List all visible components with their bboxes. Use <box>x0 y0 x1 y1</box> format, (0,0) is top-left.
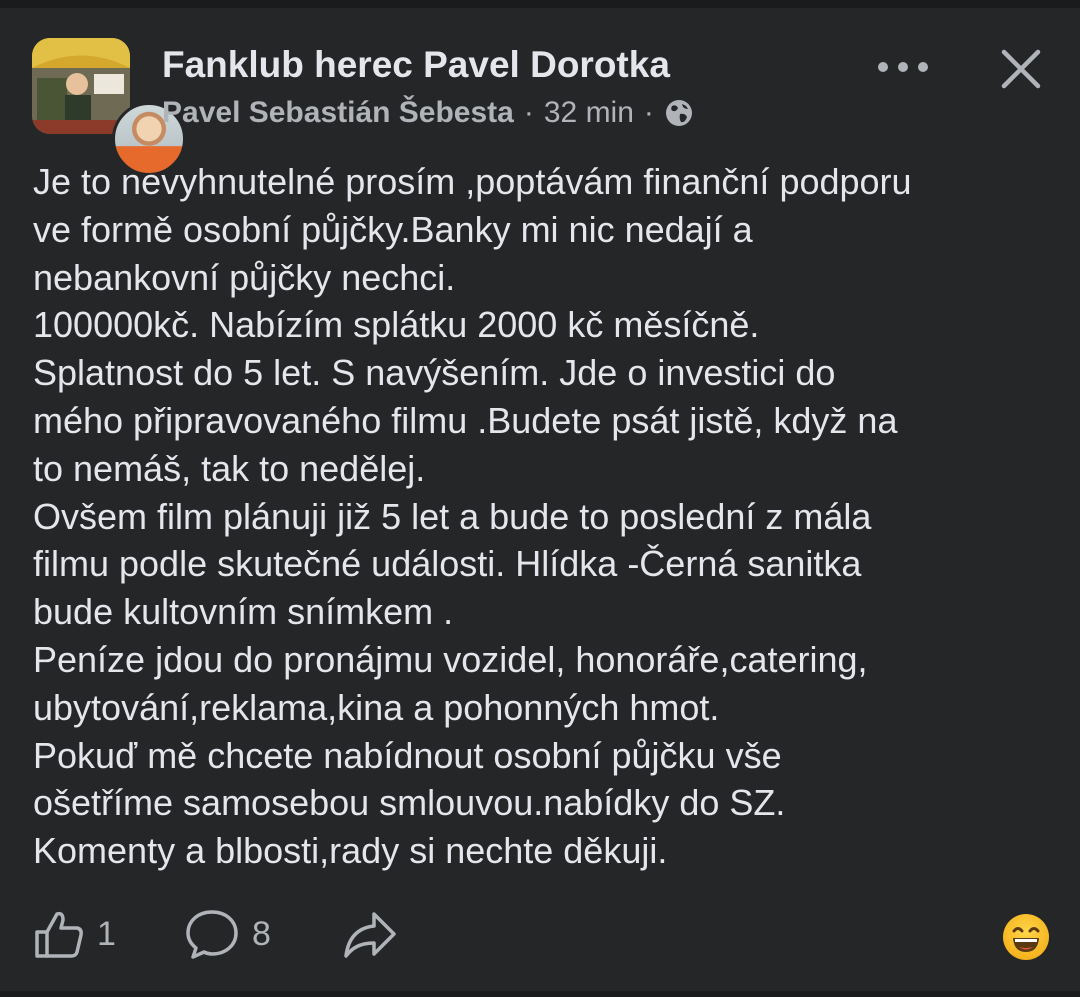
post-line: to nemáš, tak to nedělej. <box>33 447 426 489</box>
post-line: Pokuď mě chcete nabídnout osobní půjčku … <box>33 734 782 776</box>
post-line: Ovšem film plánuji již 5 let a bude to p… <box>33 495 872 537</box>
comment-count: 8 <box>252 914 271 953</box>
top-edge <box>0 0 1080 8</box>
share-button[interactable] <box>342 908 398 960</box>
meta-separator: · <box>523 96 534 129</box>
post-line: Komenty a blbosti,rady si nechte děkuji. <box>33 830 668 872</box>
laughing-emoji-icon[interactable] <box>1003 914 1049 960</box>
post-line: bude kultovním snímkem . <box>33 591 454 633</box>
like-count: 1 <box>97 914 116 953</box>
post-line: Splatnost do 5 let. S navýšením. Jde o i… <box>33 352 836 394</box>
post-line: ubytování,reklama,kina a pohonných hmot. <box>33 686 720 728</box>
group-name-link[interactable]: Fanklub herec Pavel Dorotka <box>162 44 670 86</box>
post-avatars[interactable] <box>32 38 186 176</box>
meta-separator-2: · <box>643 96 654 129</box>
post-line: Peníze jdou do pronájmu vozidel, honorář… <box>33 638 868 680</box>
post-line: filmu podle skutečné události. Hlídka -Č… <box>33 543 862 585</box>
post-line: ve formě osobní půjčky.Banky mi nic neda… <box>33 208 753 250</box>
comment-button[interactable]: 8 <box>184 908 271 960</box>
more-horizontal-icon[interactable] <box>878 52 928 82</box>
share-arrow-icon <box>344 912 396 958</box>
post-line: ošetříme samosebou smlouvou.nabídky do S… <box>33 782 786 824</box>
post-line: nebankovní půjčky nechci. <box>33 256 456 298</box>
post-line: Je to nevyhnutelné prosím ,poptávám fina… <box>33 161 912 202</box>
post-line: mého připravovaného filmu .Budete psát j… <box>33 399 898 441</box>
thumbs-up-icon <box>35 911 83 958</box>
post-actions: 1 8 <box>0 900 1080 972</box>
author-name-link[interactable]: Pavel Sebastián Šebesta <box>162 96 514 130</box>
post-line: 100000kč. Nabízím splátku 2000 kč měsíčn… <box>33 304 760 346</box>
post-meta: Pavel Sebastián Šebesta · 32 min · <box>162 96 694 130</box>
post-time[interactable]: 32 min <box>544 96 634 130</box>
like-button[interactable]: 1 <box>33 908 116 960</box>
bottom-edge <box>0 991 1080 997</box>
close-icon[interactable] <box>996 44 1046 94</box>
group-avatar[interactable] <box>32 38 130 134</box>
globe-icon <box>665 100 692 126</box>
post-body: Je to nevyhnutelné prosím ,poptávám fina… <box>33 158 1063 875</box>
comment-bubble-icon <box>186 910 238 959</box>
